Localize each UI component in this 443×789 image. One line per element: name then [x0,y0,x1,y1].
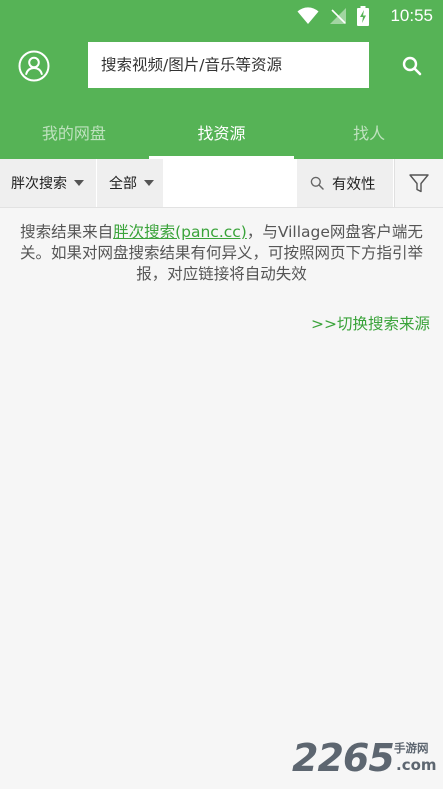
type-dropdown-label: 全部 [109,176,137,192]
battery-charging-icon [357,6,369,26]
watermark-number: 2265 [292,736,395,780]
user-circle-icon [18,50,50,82]
app-header: 10:55 我的网盘 找资源 找人 [0,0,443,159]
status-bar: 10:55 [0,0,443,32]
watermark-cn: 手游网 [394,741,429,755]
filter-button[interactable] [394,159,443,207]
notice-text-before: 搜索结果来自 [20,223,114,241]
search-box[interactable] [88,42,369,88]
tab-my-netdisk[interactable]: 我的网盘 [0,106,148,159]
source-dropdown[interactable]: 胖次搜索 [0,159,96,207]
no-signal-icon [330,8,346,24]
tab-label: 找人 [353,123,386,143]
funnel-icon [409,174,429,193]
switch-source-link[interactable]: >>切换搜索来源 [311,312,430,334]
watermark-suffix: .com [396,756,437,774]
caret-down-icon [74,180,84,186]
search-input[interactable] [101,56,369,74]
panc-source-link[interactable]: 胖次搜索(panc.cc) [113,223,247,241]
tab-find-resources[interactable]: 找资源 [148,106,296,159]
source-notice: 搜索结果来自胖次搜索(panc.cc)，与Village网盘客户端无关。如果对网… [8,222,435,285]
validity-label: 有效性 [332,176,376,193]
filter-bar: 胖次搜索 全部 有效性 [0,159,443,208]
avatar-button[interactable] [18,50,50,82]
caret-down-icon [144,180,154,186]
status-icons [297,6,369,26]
tab-label: 找资源 [197,123,246,143]
main-tabs: 我的网盘 找资源 找人 [0,106,443,159]
wifi-icon [297,7,319,25]
tab-label: 我的网盘 [41,123,106,143]
status-time: 10:55 [390,6,433,25]
validity-button[interactable]: 有效性 [297,159,393,207]
type-dropdown[interactable]: 全部 [97,159,163,207]
search-icon [402,56,422,76]
search-button[interactable] [401,55,423,77]
site-watermark: 2265 手游网 .com [292,736,442,781]
search-icon [310,176,324,190]
source-dropdown-label: 胖次搜索 [11,176,67,192]
tab-find-people[interactable]: 找人 [295,106,443,159]
